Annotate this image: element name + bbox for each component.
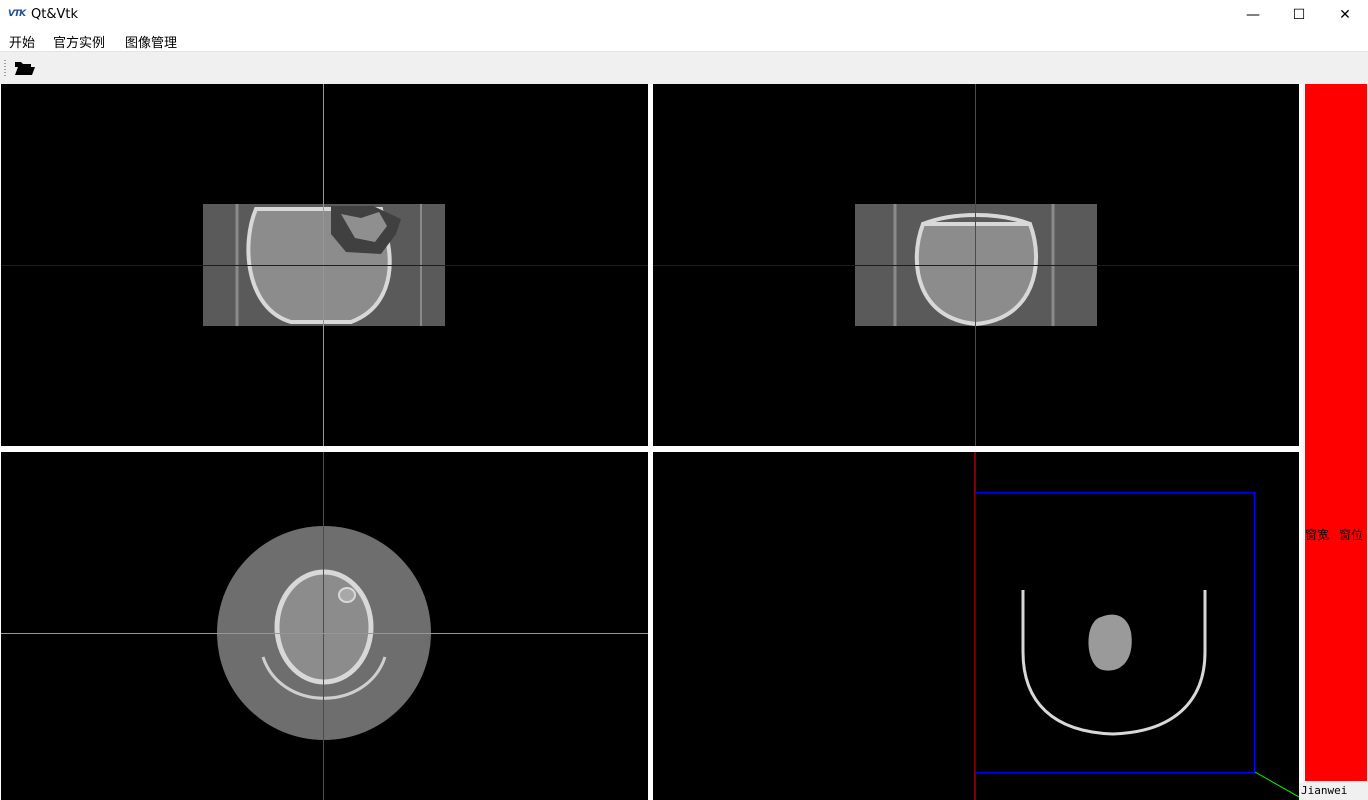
window-level-label: 窗位 <box>1339 528 1364 542</box>
title-bar: VTK Qt&Vtk — ☐ ✕ <box>0 0 1368 30</box>
close-icon: ✕ <box>1339 7 1351 23</box>
maximize-icon: ☐ <box>1292 7 1306 23</box>
minimize-button[interactable]: — <box>1230 0 1276 30</box>
status-bar: Jianwei <box>1299 783 1368 800</box>
open-file-button[interactable] <box>12 56 38 80</box>
maximize-button[interactable]: ☐ <box>1276 0 1322 30</box>
coronal-view[interactable] <box>653 84 1299 446</box>
vtk-logo-icon: VTK <box>8 9 26 19</box>
status-text: Jianwei <box>1301 784 1348 797</box>
coronal-cursor-horizontal[interactable] <box>653 265 1299 266</box>
close-button[interactable]: ✕ <box>1322 0 1368 30</box>
menu-start[interactable]: 开始 <box>9 32 35 51</box>
window-width-label: 窗宽 <box>1305 528 1330 542</box>
menu-bar: 开始 官方实例 图像管理 <box>0 30 1368 51</box>
volume-3d-view[interactable] <box>653 452 1299 800</box>
sagittal-view[interactable] <box>1 84 648 446</box>
toolbar-grip[interactable] <box>4 60 6 77</box>
axial-view[interactable] <box>1 452 648 800</box>
sagittal-cursor-horizontal[interactable] <box>1 265 648 266</box>
minimize-icon: — <box>1246 7 1260 23</box>
menu-official-examples[interactable]: 官方实例 <box>53 32 105 51</box>
folder-open-icon <box>15 62 35 75</box>
menu-image-management[interactable]: 图像管理 <box>125 32 177 51</box>
toolbar <box>0 51 1368 85</box>
axial-slice <box>217 526 431 740</box>
render-area <box>0 84 1303 800</box>
axial-cursor-horizontal[interactable] <box>1 633 648 634</box>
volume-rendering <box>974 452 1299 800</box>
window-level-panel[interactable]: 窗宽 窗位 <box>1305 84 1367 781</box>
window-title: Qt&Vtk <box>31 7 78 22</box>
axial-cursor-vertical[interactable] <box>323 452 324 800</box>
